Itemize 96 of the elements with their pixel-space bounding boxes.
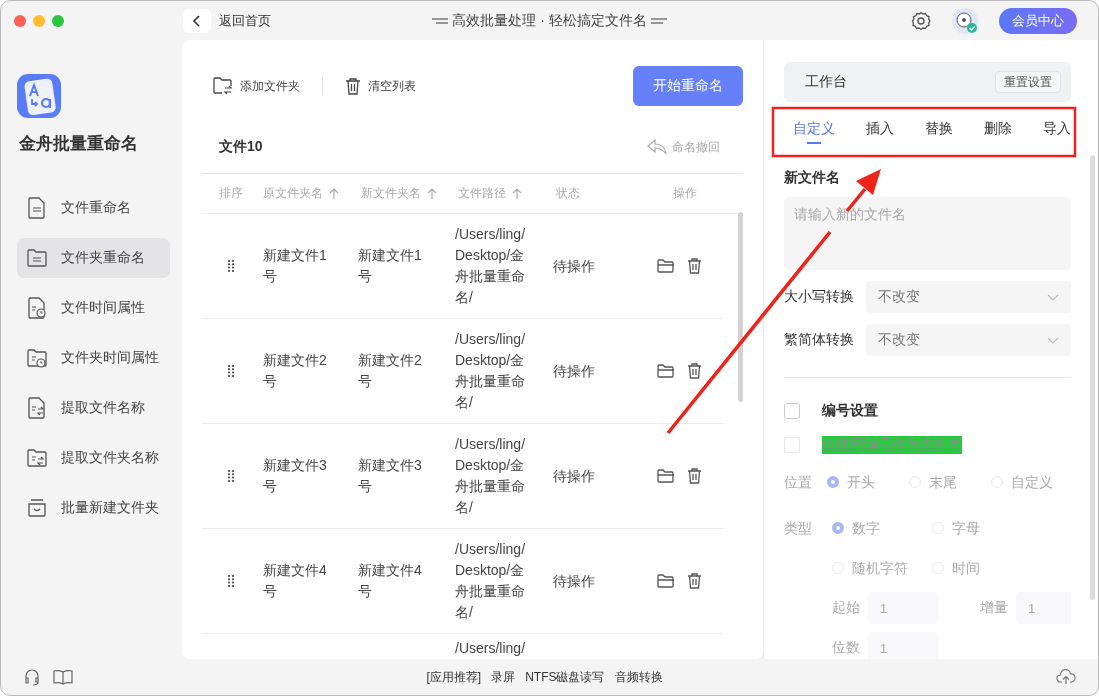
table-cell-text: 新建文件1号	[262, 246, 328, 286]
document-icon	[27, 297, 47, 319]
table-cell-text: 待操作	[553, 571, 596, 591]
table-cell-text: /Users/ling/Desktop/金舟批量重命名/	[455, 330, 527, 412]
dropdown[interactable]: 不改变	[865, 324, 1071, 356]
column-header: 状态	[556, 185, 581, 202]
sidebar-item[interactable]: 文件夹重命名	[17, 238, 170, 278]
add-folder-button[interactable]: 添加文件夹	[213, 77, 300, 95]
footer-link[interactable]: 录屏	[491, 668, 516, 686]
dash-ornament-icon	[650, 16, 667, 25]
cloud-upload-icon[interactable]	[1056, 669, 1076, 685]
column-header: 操作	[671, 185, 698, 202]
start-rename-button[interactable]: 开始重命名	[633, 66, 743, 106]
dash-ornament-icon	[432, 16, 449, 25]
clear-list-button[interactable]: 清空列表	[345, 77, 416, 95]
trash-icon[interactable]	[686, 573, 702, 589]
field-label: 增量	[980, 599, 1008, 617]
field-label: 位置	[784, 473, 813, 492]
table-cell-text: 新建文件3号	[358, 456, 423, 496]
footer-link[interactable]: [应用推荐]	[426, 668, 482, 686]
tab[interactable]: 自定义	[793, 112, 835, 144]
field-label: 起始	[832, 599, 860, 617]
table-cell-text: /Users/ling/	[455, 639, 527, 658]
drag-handle-icon[interactable]	[227, 574, 235, 588]
field-label: 大小写转换	[784, 288, 855, 306]
chevron-down-icon	[1047, 336, 1059, 344]
folder-icon[interactable]	[656, 258, 675, 273]
headset-icon[interactable]	[23, 668, 41, 686]
table-cell-text: 待操作	[553, 466, 596, 486]
member-center-button[interactable]: 会员中心	[999, 7, 1077, 34]
new-name-field[interactable]: 请输入新的文件名	[784, 197, 1071, 270]
table-cell-text: 新建文件4号	[358, 561, 423, 601]
column-header: 排序	[218, 185, 244, 202]
document-icon	[27, 197, 47, 219]
tab[interactable]: 替换	[925, 112, 953, 144]
back-link[interactable]: 返回首页	[219, 11, 271, 30]
sidebar-item[interactable]: 提取文件夹名称	[17, 438, 170, 478]
field-label: 类型	[784, 519, 813, 538]
tab[interactable]: 删除	[984, 112, 1012, 144]
folder-icon[interactable]	[656, 468, 675, 483]
table-cell-text: /Users/ling/Desktop/金舟批量重命名/	[455, 435, 527, 517]
drag-handle-icon[interactable]	[227, 364, 235, 378]
window-title: 高效批量处理 · 轻松搞定文件名	[452, 11, 647, 30]
footer-link[interactable]: NTFS磁盘读写	[525, 668, 605, 686]
avatar-icon[interactable]	[951, 6, 979, 35]
folder-icon[interactable]	[656, 363, 675, 378]
table-cell-text: /Users/ling/Desktop/金舟批量重命名/	[455, 225, 527, 307]
folder-icon	[27, 347, 47, 369]
chevron-down-icon	[1047, 293, 1059, 301]
table-cell-text: 待操作	[553, 256, 596, 276]
trash-icon[interactable]	[686, 363, 702, 379]
table-cell-text: 新建文件1号	[358, 246, 423, 286]
back-button[interactable]	[183, 8, 211, 33]
scrollbar[interactable]	[1090, 155, 1095, 600]
drag-handle-icon[interactable]	[227, 259, 235, 273]
sidebar-item[interactable]: 文件夹时间属性	[17, 338, 170, 378]
app-logo-icon	[17, 74, 61, 118]
app-name: 金舟批量重命名	[19, 133, 139, 155]
workbench-title: 工作台	[805, 73, 847, 91]
table-cell-text: /Users/ling/Desktop/金舟批量重命名/	[455, 540, 527, 622]
undo-icon	[647, 139, 667, 155]
trash-icon	[345, 77, 361, 95]
table-cell-text: 新建文件2号	[262, 351, 328, 391]
chevron-left-icon	[191, 14, 203, 27]
checkbox-label: 仅使用编号作为文件名	[822, 436, 962, 454]
table-cell-text: 新建文件4号	[262, 561, 328, 601]
sidebar-item[interactable]: 批量新建文件夹	[17, 488, 170, 528]
sidebar-item[interactable]: 文件重命名	[17, 188, 170, 228]
folder-add-icon	[213, 77, 233, 95]
document-icon	[27, 397, 47, 419]
folder-icon[interactable]	[656, 573, 675, 588]
sidebar-item[interactable]: 文件时间属性	[17, 288, 170, 328]
tab[interactable]: 插入	[866, 112, 894, 144]
table-cell-text: 新建文件2号	[358, 351, 423, 391]
table-cell-text: 新建文件3号	[262, 456, 328, 496]
reset-settings-button[interactable]: 重置设置	[995, 71, 1061, 93]
field-label: 新文件名	[784, 169, 841, 187]
field-label: 繁简体转换	[784, 331, 855, 349]
scrollbar[interactable]	[738, 212, 743, 402]
file-count-title: 文件10	[219, 138, 263, 156]
dropdown[interactable]: 不改变	[865, 281, 1071, 313]
field-label: 位数	[832, 639, 860, 657]
tray-icon	[27, 497, 47, 519]
folder-icon	[27, 447, 47, 469]
drag-handle-icon[interactable]	[227, 469, 235, 483]
settings-icon[interactable]	[911, 10, 931, 31]
table-cell-text: 待操作	[553, 361, 596, 381]
trash-icon[interactable]	[686, 258, 702, 274]
tab[interactable]: 导入	[1043, 112, 1071, 144]
book-icon[interactable]	[53, 669, 73, 685]
footer-link[interactable]: 音频转换	[614, 668, 663, 686]
close-button[interactable]	[14, 14, 26, 27]
sidebar-item[interactable]: 提取文件名称	[17, 388, 170, 428]
trash-icon[interactable]	[686, 468, 702, 484]
checkbox-label: 编号设置	[822, 402, 878, 420]
folder-icon	[27, 247, 47, 269]
